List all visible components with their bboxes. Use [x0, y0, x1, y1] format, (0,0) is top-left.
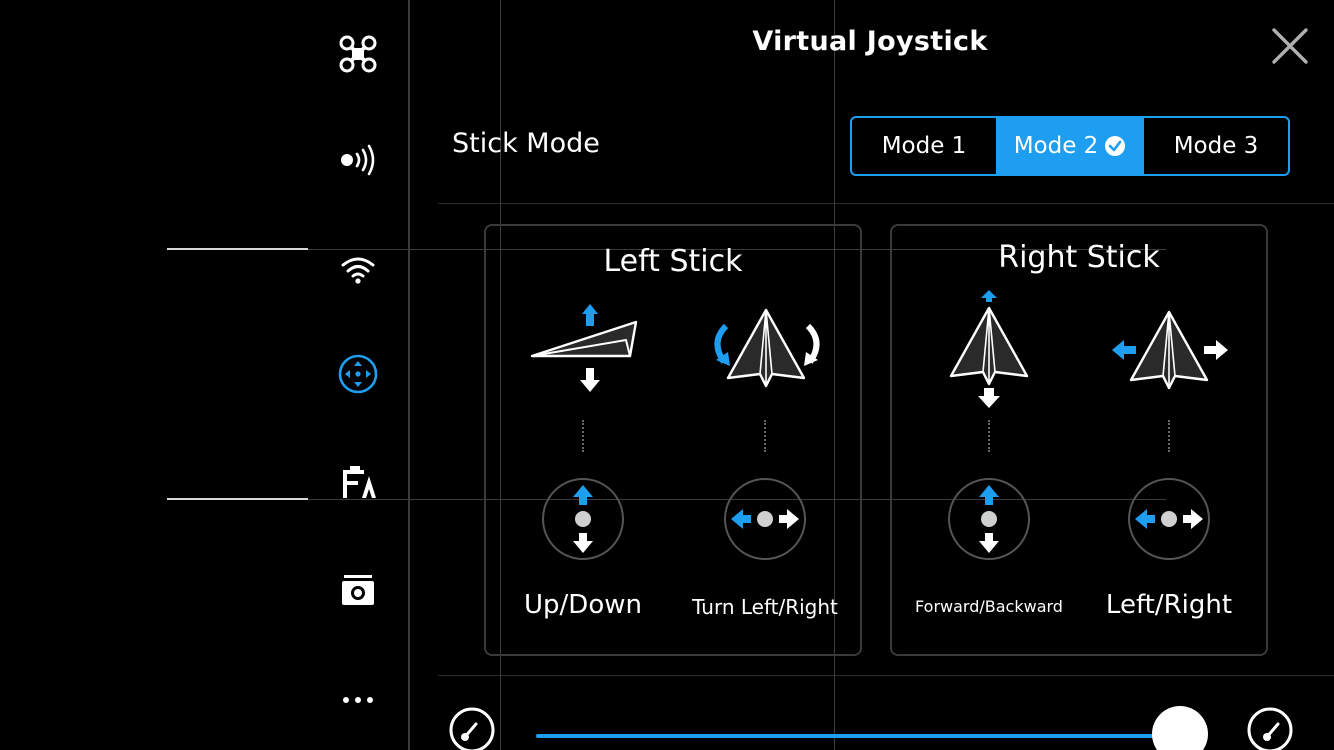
speed-slow-icon: [449, 707, 495, 750]
divider: [438, 675, 1334, 676]
signal-icon: [341, 144, 375, 176]
font-icon: [343, 466, 376, 498]
mode-1-button[interactable]: Mode 1: [852, 118, 996, 174]
plane-rotate-icon: [714, 308, 820, 388]
camera-icon: [342, 575, 374, 605]
wifi-icon: [341, 257, 375, 284]
speed-fast-icon: [1247, 707, 1293, 750]
checkmark-icon: [1105, 136, 1126, 156]
mode-3-label: Mode 3: [1173, 133, 1259, 159]
speed-slider-track[interactable]: [536, 734, 1166, 738]
stick-mode-selector: Mode 1 Mode 2 Mode 3: [850, 116, 1290, 176]
stick-up-down-icon: [542, 478, 624, 560]
speed-slider-handle[interactable]: [1152, 706, 1208, 750]
sidebar-item-aircraft[interactable]: [334, 30, 382, 78]
connector-dots: [764, 420, 766, 452]
plane-roll-icon: [1112, 310, 1228, 390]
stick-left-right-icon: [1128, 478, 1210, 560]
stick-forward-backward-icon: [948, 478, 1030, 560]
forward-backward-label: Forward/Backward: [915, 597, 1063, 616]
guide-line: [167, 248, 308, 250]
sidebar-item-wifi[interactable]: [334, 244, 382, 292]
divider: [438, 203, 1334, 204]
left-stick-title: Left Stick: [603, 244, 743, 279]
sidebar-item-more[interactable]: [334, 674, 382, 722]
mode-2-label: Mode 2: [1013, 133, 1099, 159]
turn-left-right-label: Turn Left/Right: [692, 595, 838, 619]
mode-2-button[interactable]: Mode 2: [996, 118, 1142, 174]
mode-1-label: Mode 1: [881, 133, 967, 159]
connector-dots: [988, 420, 990, 452]
guide-line: [167, 498, 308, 500]
plane-pitch-icon: [949, 290, 1029, 408]
mode-3-button[interactable]: Mode 3: [1142, 118, 1288, 174]
close-icon[interactable]: [1268, 24, 1312, 68]
up-down-label: Up/Down: [524, 590, 642, 620]
connector-dots: [1168, 420, 1170, 452]
stick-turn-icon: [724, 478, 806, 560]
stick-mode-label: Stick Mode: [452, 128, 600, 159]
sidebar-item-signal[interactable]: [334, 136, 382, 184]
more-icon: [343, 697, 373, 703]
sidebar-item-camera[interactable]: [334, 566, 382, 614]
right-stick-title: Right Stick: [998, 240, 1160, 275]
sidebar-item-joystick[interactable]: [334, 350, 382, 398]
joystick-icon: [338, 354, 378, 394]
sidebar-divider: [408, 0, 410, 750]
page-title: Virtual Joystick: [752, 26, 988, 57]
sidebar-item-font[interactable]: [334, 458, 382, 506]
left-right-label: Left/Right: [1105, 590, 1233, 620]
aircraft-icon: [339, 35, 377, 73]
connector-dots: [582, 420, 584, 452]
plane-ascend-icon: [530, 304, 638, 392]
